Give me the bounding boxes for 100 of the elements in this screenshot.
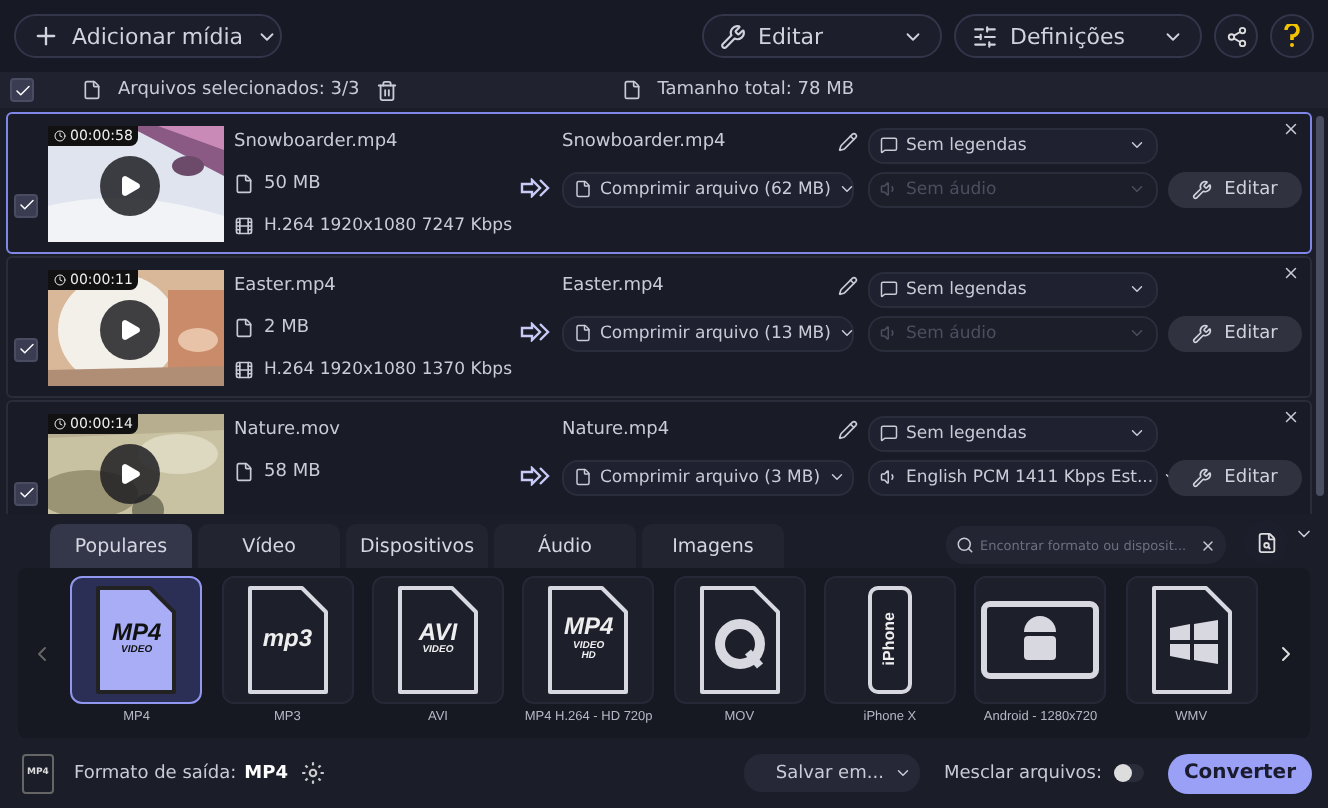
settings-menu[interactable]: Definições <box>954 14 1202 58</box>
chevron-down-icon <box>838 324 857 342</box>
double-arrow-icon <box>520 465 552 485</box>
speech-bubble-icon <box>880 280 898 298</box>
play-icon <box>118 317 142 341</box>
share-icon <box>1225 25 1247 47</box>
icon-label: AVI <box>418 620 458 647</box>
file-name: Nature.mov <box>234 419 340 439</box>
file-icon <box>574 180 592 198</box>
convert-button[interactable]: Converter <box>1168 753 1312 793</box>
add-media-button[interactable]: Adicionar mídia <box>14 14 282 58</box>
pencil-icon[interactable] <box>838 131 858 151</box>
pencil-icon[interactable] <box>838 419 858 439</box>
file-size: 50 MB <box>264 173 321 193</box>
chevron-down-icon <box>1128 324 1146 342</box>
chevron-down-icon <box>1128 424 1146 442</box>
help-icon <box>1284 24 1300 48</box>
play-icon <box>118 461 142 485</box>
file-size: 2 MB <box>264 317 310 337</box>
file-checkbox[interactable] <box>14 193 38 217</box>
file-checkbox[interactable] <box>14 481 38 505</box>
double-arrow-icon <box>520 177 552 197</box>
output-format-label: Formato de saída: <box>74 763 237 783</box>
chevron-down-icon <box>838 180 857 198</box>
format-tab[interactable]: Dispositivos <box>346 524 488 568</box>
subtitles-dropdown[interactable]: Sem legendas <box>868 127 1158 163</box>
subtitles-dropdown[interactable]: Sem legendas <box>868 271 1158 307</box>
output-file-name: Easter.mp4 <box>562 275 664 295</box>
output-file-name: Snowboarder.mp4 <box>562 131 726 151</box>
save-location-button[interactable]: Salvar em... <box>743 754 920 792</box>
check-icon <box>17 484 35 502</box>
file-name: Snowboarder.mp4 <box>234 131 398 151</box>
chevron-down-icon <box>893 764 912 782</box>
edit-button[interactable]: Editar <box>1168 171 1302 207</box>
clear-icon[interactable] <box>1200 537 1216 553</box>
file-checkbox[interactable] <box>14 337 38 361</box>
edit-button[interactable]: Editar <box>1168 459 1302 495</box>
delete-icon[interactable] <box>375 79 398 101</box>
file-icon <box>234 461 254 481</box>
wrench-icon <box>1192 467 1213 487</box>
codec-info: H.264 1920x1080 1370 Kbps <box>264 359 512 379</box>
close-icon[interactable] <box>1282 408 1300 426</box>
total-size-label: Tamanho total: 78 MB <box>657 80 855 100</box>
icon-label: MP4 <box>563 614 614 641</box>
double-arrow-icon <box>520 321 552 341</box>
speaker-icon <box>880 324 898 342</box>
wrench-icon <box>720 23 746 49</box>
file-icon <box>234 173 254 193</box>
format-tab[interactable]: Populares <box>50 524 192 568</box>
select-all-checkbox[interactable] <box>10 78 34 102</box>
output-format-value: MP4 <box>244 763 288 783</box>
format-tab[interactable]: Áudio <box>494 524 636 568</box>
close-icon[interactable] <box>1282 120 1300 138</box>
film-icon <box>234 359 254 379</box>
chevron-down-icon <box>1128 136 1146 154</box>
scrollbar[interactable] <box>1316 116 1324 496</box>
file-icon <box>621 80 642 100</box>
compression-dropdown[interactable]: Comprimir arquivo (13 MB) <box>562 315 854 351</box>
merge-files-label: Mesclar arquivos: <box>943 763 1102 783</box>
search-icon <box>956 536 974 554</box>
format-tab[interactable]: Vídeo <box>198 524 340 568</box>
check-icon <box>17 196 35 214</box>
file-search-icon <box>1255 531 1277 553</box>
help-button[interactable] <box>1270 14 1314 58</box>
close-icon[interactable] <box>1282 264 1300 282</box>
compression-dropdown[interactable]: Comprimir arquivo (62 MB) <box>562 171 854 207</box>
file-size: 58 MB <box>264 461 321 481</box>
wrench-icon <box>1192 179 1213 199</box>
output-file-name: Nature.mp4 <box>562 419 670 439</box>
chevron-down-icon <box>1128 280 1146 298</box>
selected-files-label: Arquivos selecionados: 3/3 <box>118 80 360 100</box>
check-icon <box>13 81 31 99</box>
film-icon <box>234 215 254 235</box>
file-icon <box>234 317 254 337</box>
pencil-icon[interactable] <box>838 275 858 295</box>
plus-icon <box>32 22 60 50</box>
icon-label: mp3 <box>262 625 312 653</box>
settings-icon[interactable] <box>300 760 326 786</box>
compression-dropdown[interactable]: Comprimir arquivo (3 MB) <box>562 459 854 495</box>
speech-bubble-icon <box>880 424 898 442</box>
chevron-down-icon <box>1128 180 1146 198</box>
edit-button[interactable]: Editar <box>1168 315 1302 351</box>
files-icon <box>82 80 102 100</box>
wrench-icon <box>1192 323 1213 343</box>
share-button[interactable] <box>1214 14 1258 58</box>
play-icon <box>118 173 142 197</box>
file-icon <box>574 324 592 342</box>
icon-label: iPhone <box>881 612 899 666</box>
speaker-icon <box>880 180 898 198</box>
sliders-icon <box>972 23 998 49</box>
speaker-icon <box>880 468 898 486</box>
check-icon <box>17 340 35 358</box>
file-icon <box>574 468 592 486</box>
edit-menu[interactable]: Editar <box>702 14 942 58</box>
speech-bubble-icon <box>880 136 898 154</box>
chevron-down-icon <box>828 468 847 486</box>
merge-toggle[interactable] <box>1114 764 1144 782</box>
format-tab[interactable]: Imagens <box>642 524 784 568</box>
subtitles-dropdown[interactable]: Sem legendas <box>868 415 1158 451</box>
icon-label: MP4 <box>111 620 162 647</box>
